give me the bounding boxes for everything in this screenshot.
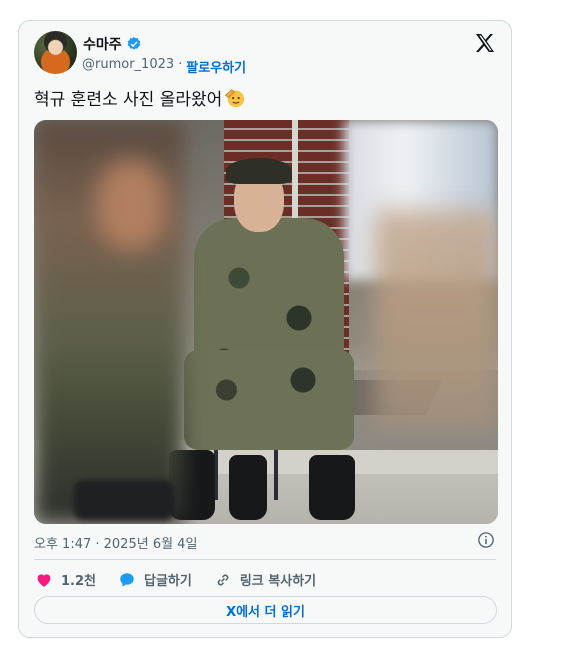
speech-bubble-icon <box>120 572 134 587</box>
read-more-button[interactable]: X에서 더 읽기 <box>34 596 497 624</box>
tweet-timestamp[interactable]: 오후 1:47 · 2025년 6월 4일 <box>34 533 197 552</box>
reply-label: 답글하기 <box>144 574 192 589</box>
info-icon[interactable] <box>477 531 495 549</box>
photo-boot <box>229 455 267 520</box>
tweet-body-text: 혁규 훈련소 사진 올라왔어 <box>34 90 223 110</box>
link-icon <box>217 574 229 585</box>
photo-blurred-boots-left <box>74 480 174 520</box>
photo-soldier-legs <box>184 350 354 450</box>
author-meta-row: @rumor_1023 · 팔로우하기 <box>82 57 246 76</box>
reply-button[interactable]: 답글하기 <box>118 570 192 589</box>
like-button[interactable]: 1.2천 <box>35 570 96 589</box>
tweet-photo[interactable] <box>34 120 498 524</box>
embedded-tweet-card[interactable]: 수마주 @rumor_1023 · 팔로우하기 혁규 훈련소 사진 올라왔어 오… <box>18 20 512 638</box>
author-avatar[interactable] <box>34 31 77 74</box>
photo-soldier-beret <box>226 158 292 184</box>
divider <box>34 559 496 560</box>
copy-link-label: 링크 복사하기 <box>239 574 317 589</box>
follow-button[interactable]: 팔로우하기 <box>186 57 246 76</box>
photo-boot <box>309 455 355 520</box>
photo-blurred-face-left <box>96 160 166 250</box>
x-logo-icon[interactable] <box>473 31 497 55</box>
author-name[interactable]: 수마주 <box>83 34 122 54</box>
verified-badge-icon <box>127 37 140 50</box>
like-count: 1.2천 <box>61 574 96 589</box>
tweet-text: 혁규 훈련소 사진 올라왔어 <box>34 85 246 110</box>
author-handle[interactable]: @rumor_1023 <box>82 57 174 76</box>
heart-icon <box>37 573 51 587</box>
tweet-actions: 1.2천 답글하기 링크 복사하기 <box>35 570 338 589</box>
saluting-face-emoji <box>225 88 245 107</box>
copy-link-button[interactable]: 링크 복사하기 <box>214 570 316 589</box>
author-name-row: 수마주 <box>83 34 142 54</box>
meta-separator: · <box>178 57 183 72</box>
photo-blurred-person-right <box>374 210 498 430</box>
